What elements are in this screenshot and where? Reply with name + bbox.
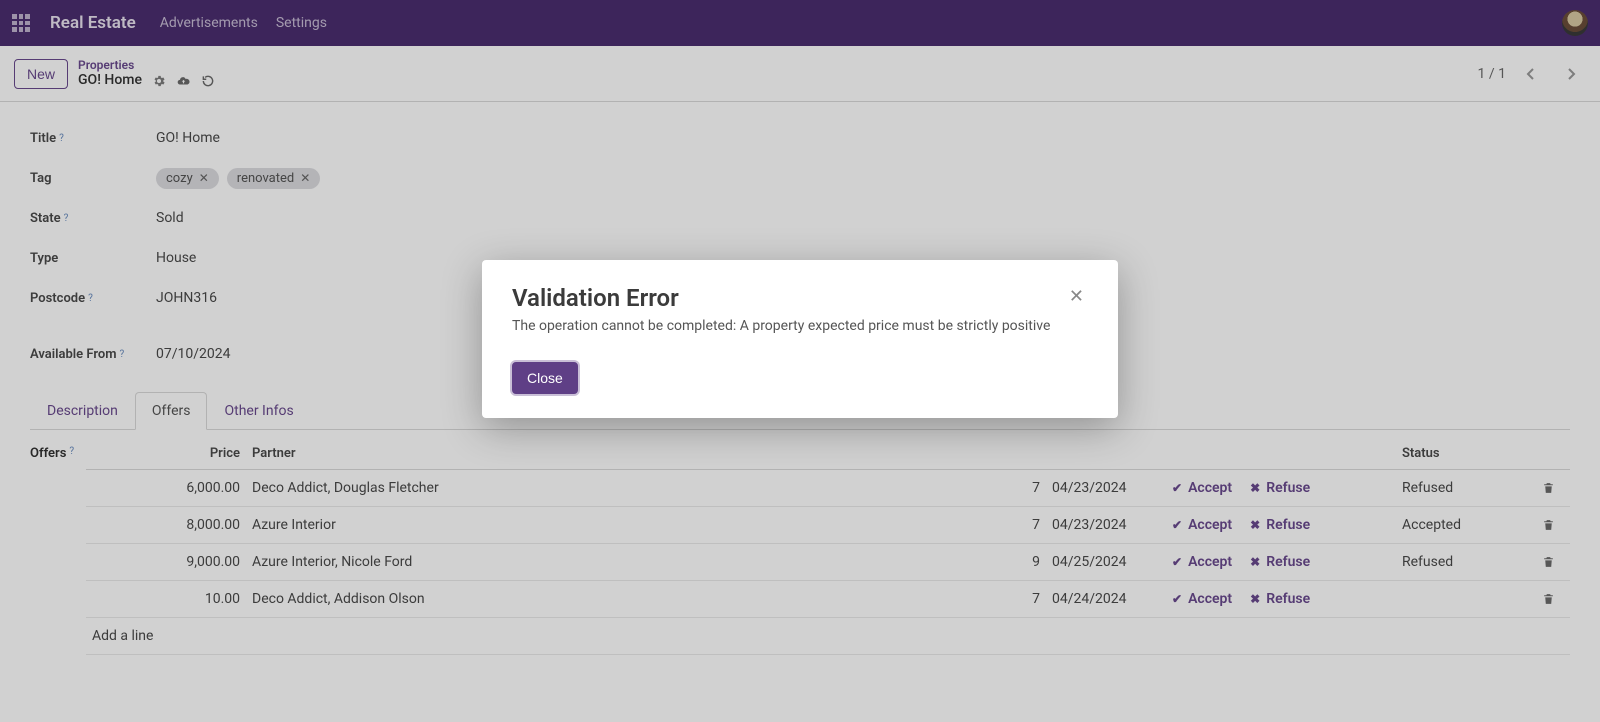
modal-title: Validation Error (512, 284, 1065, 312)
close-button[interactable]: Close (512, 362, 578, 394)
validation-error-dialog: Validation Error ✕ The operation cannot … (482, 260, 1118, 418)
modal-message: The operation cannot be completed: A pro… (512, 318, 1088, 334)
close-icon[interactable]: ✕ (1065, 284, 1088, 310)
